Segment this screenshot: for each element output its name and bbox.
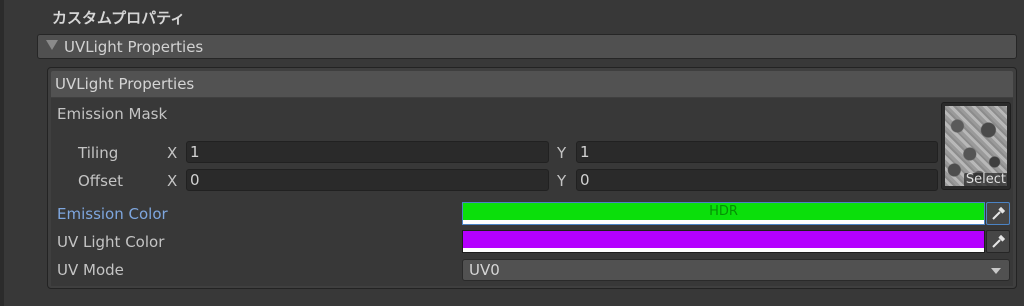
uv-light-color-swatch	[463, 231, 984, 248]
uv-light-color-field[interactable]	[462, 230, 985, 253]
uv-mode-label: UV Mode	[57, 261, 124, 279]
left-edge-strip	[0, 0, 4, 306]
uv-mode-dropdown[interactable]: UV0	[462, 259, 1010, 281]
offset-x-label: X	[167, 172, 178, 190]
foldout-title: UVLight Properties	[64, 38, 204, 56]
eyedropper-icon	[992, 234, 1006, 248]
offset-label: Offset	[78, 172, 124, 190]
tiling-y-label: Y	[557, 144, 567, 162]
panel-header: UVLight Properties	[51, 71, 1013, 97]
eyedropper-icon	[992, 206, 1006, 220]
offset-y-field[interactable]: 0	[576, 169, 938, 191]
tiling-y-field[interactable]: 1	[576, 141, 938, 163]
hdr-tag: HDR	[709, 204, 738, 219]
uv-light-color-alpha-bar	[463, 248, 984, 252]
uv-light-color-label: UV Light Color	[57, 233, 165, 251]
emission-mask-label: Emission Mask	[57, 105, 168, 123]
emission-mask-texture-slot[interactable]: Select	[941, 102, 1011, 190]
uv-mode-value: UV0	[469, 261, 500, 279]
emission-color-alpha-bar	[463, 220, 984, 224]
offset-x-field[interactable]: 0	[186, 169, 549, 191]
offset-y-label: Y	[557, 172, 567, 190]
emission-color-picker-button[interactable]	[986, 202, 1010, 225]
tiling-x-field[interactable]: 1	[186, 141, 549, 163]
emission-color-field[interactable]: HDR	[462, 202, 985, 225]
emission-color-label: Emission Color	[57, 205, 168, 223]
section-title: カスタムプロパティ	[52, 9, 186, 27]
texture-select-button[interactable]: Select	[963, 173, 1008, 187]
tiling-x-label: X	[167, 144, 178, 162]
foldout-header[interactable]: UVLight Properties	[37, 34, 1017, 59]
uv-light-color-picker-button[interactable]	[986, 230, 1010, 253]
tiling-label: Tiling	[78, 144, 119, 162]
caret-down-icon	[991, 268, 1001, 274]
panel-title: UVLight Properties	[55, 75, 195, 93]
panel-body	[51, 98, 1013, 286]
triangle-down-icon[interactable]	[46, 40, 58, 50]
